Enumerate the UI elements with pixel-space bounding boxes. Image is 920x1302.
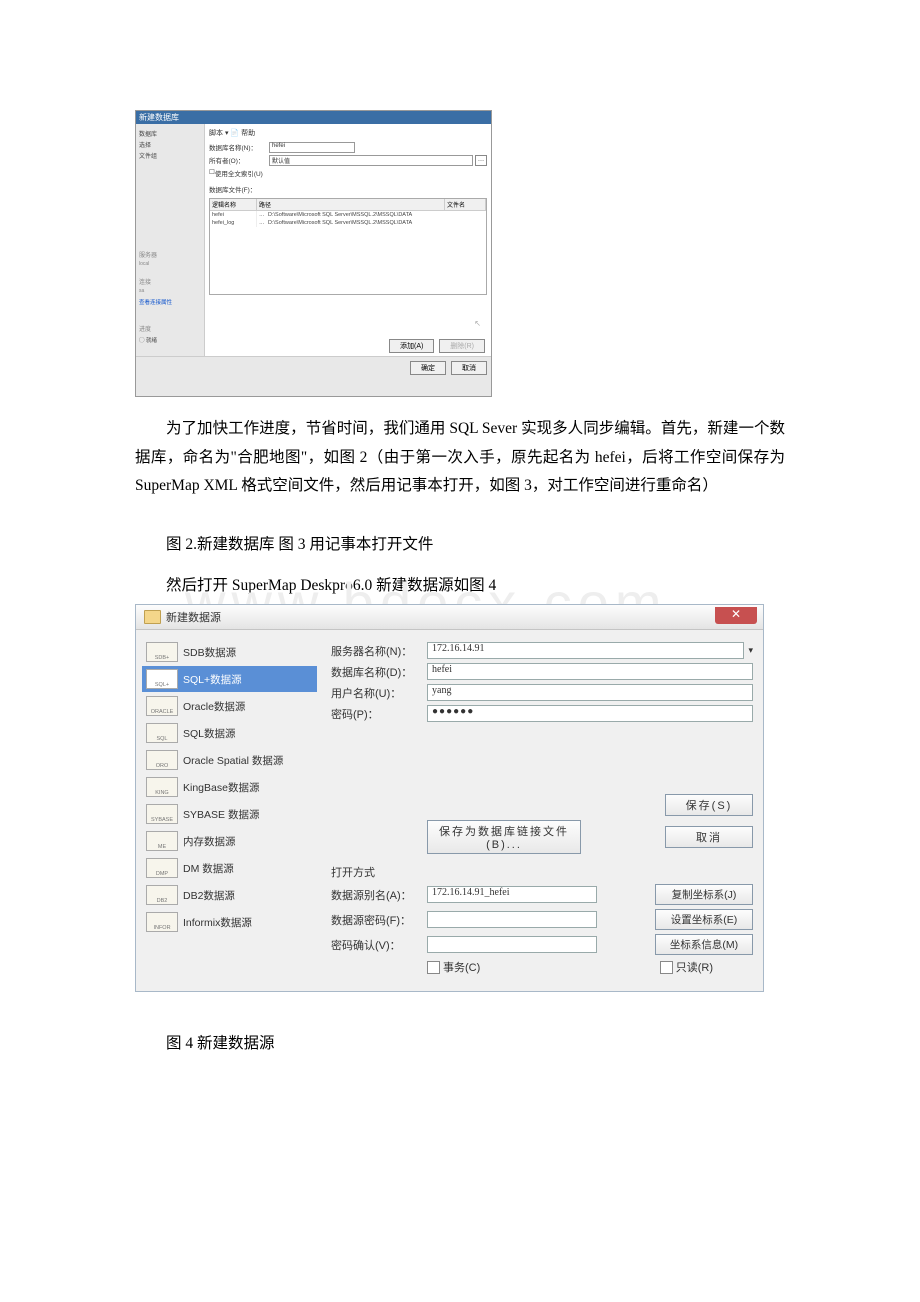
- delete-button[interactable]: 删除(R): [439, 339, 485, 353]
- password-input[interactable]: ●●●●●●: [427, 705, 753, 722]
- ds-sqlplus[interactable]: SQL+SQL+数据源: [142, 666, 317, 692]
- caption-fig4: 图 4 新建数据源: [135, 1030, 785, 1059]
- cancel-button[interactable]: 取消: [665, 826, 753, 848]
- save-button[interactable]: 保存(S): [665, 794, 753, 816]
- tree-item: 文件组: [139, 151, 201, 160]
- tree-item: 数据库: [139, 129, 201, 138]
- view-conn-link[interactable]: 查看连接属性: [139, 298, 201, 306]
- section-server: 服务器: [139, 250, 201, 259]
- user-input[interactable]: yang: [427, 684, 753, 701]
- dbname-input[interactable]: hefei: [427, 663, 753, 680]
- ds-sdb[interactable]: SDB+SDB数据源: [142, 639, 317, 665]
- section-conn: 连接: [139, 277, 201, 286]
- ds-memory[interactable]: ME内存数据源: [142, 828, 317, 854]
- ds-oracle-spatial[interactable]: OROOracle Spatial 数据源: [142, 747, 317, 773]
- fig1-tabs[interactable]: 脚本 ▾ 📄 帮助: [209, 128, 487, 138]
- ds-informix[interactable]: INFORInformix数据源: [142, 909, 317, 935]
- ds-dm[interactable]: DMPDM 数据源: [142, 855, 317, 881]
- owner-input[interactable]: 默认值: [269, 155, 473, 166]
- readonly-checkbox[interactable]: [660, 961, 673, 974]
- caption-fig2-3: 图 2.新建数据库 图 3 用记事本打开文件: [135, 531, 785, 560]
- ds-password-input[interactable]: [427, 911, 597, 928]
- cancel-button[interactable]: 取消: [451, 361, 487, 375]
- datasource-type-list: SDB+SDB数据源 SQL+SQL+数据源 ORACLEOracle数据源 S…: [142, 638, 317, 979]
- figure-1-sql-dialog: 新建数据库 数据库 选择 文件组 服务器 local 连接 sa 查看连接属性 …: [135, 110, 492, 397]
- fig1-main: 脚本 ▾ 📄 帮助 数据库名称(N)：hefei 所有者(O)：默认值… ☐ 使…: [205, 124, 491, 356]
- alias-input[interactable]: 172.16.14.91_hefei: [427, 886, 597, 903]
- open-mode-section: 打开方式: [331, 864, 753, 880]
- ds-kingbase[interactable]: KINGKingBase数据源: [142, 774, 317, 800]
- folder-icon: [144, 610, 161, 624]
- figure-4-new-datasource-dialog: 新建数据源 ✕ SDB+SDB数据源 SQL+SQL+数据源 ORACLEOra…: [135, 604, 764, 992]
- cursor-icon: ↖: [474, 319, 481, 328]
- add-button[interactable]: 添加(A): [389, 339, 434, 353]
- ds-db2[interactable]: DB2DB2数据源: [142, 882, 317, 908]
- set-crs-button[interactable]: 设置坐标系(E): [655, 909, 753, 930]
- savelink-button[interactable]: 保存为数据库链接文件(B)...: [427, 820, 581, 854]
- paragraph-1: 为了加快工作进度，节省时间，我们通用 SQL Sever 实现多人同步编辑。首先…: [135, 415, 785, 501]
- copy-crs-button[interactable]: 复制坐标系(J): [655, 884, 753, 905]
- fig1-window-title: 新建数据库: [136, 111, 491, 124]
- ds-sql[interactable]: SQLSQL数据源: [142, 720, 317, 746]
- fig4-title-bar: 新建数据源: [136, 605, 763, 630]
- transaction-checkbox[interactable]: [427, 961, 440, 974]
- paragraph-2: 然后打开 SuperMap Deskpro6.0 新建数据源如图 4: [135, 572, 785, 601]
- ok-button[interactable]: 确定: [410, 361, 446, 375]
- tree-item: 选择: [139, 140, 201, 149]
- db-name-input[interactable]: hefei: [269, 142, 355, 153]
- pwd-confirm-input[interactable]: [427, 936, 597, 953]
- server-input[interactable]: 172.16.14.91: [427, 642, 744, 659]
- files-table: 逻辑名称路径文件名 hefei… D:\Software\Microsoft S…: [209, 198, 487, 295]
- ds-oracle[interactable]: ORACLEOracle数据源: [142, 693, 317, 719]
- ds-sybase[interactable]: SYBASESYBASE 数据源: [142, 801, 317, 827]
- fig1-left-panel: 数据库 选择 文件组 服务器 local 连接 sa 查看连接属性 进度 ◯ 就…: [136, 124, 205, 356]
- close-button[interactable]: ✕: [715, 607, 757, 624]
- fig4-title-text: 新建数据源: [166, 609, 221, 625]
- crs-info-button[interactable]: 坐标系信息(M): [655, 934, 753, 955]
